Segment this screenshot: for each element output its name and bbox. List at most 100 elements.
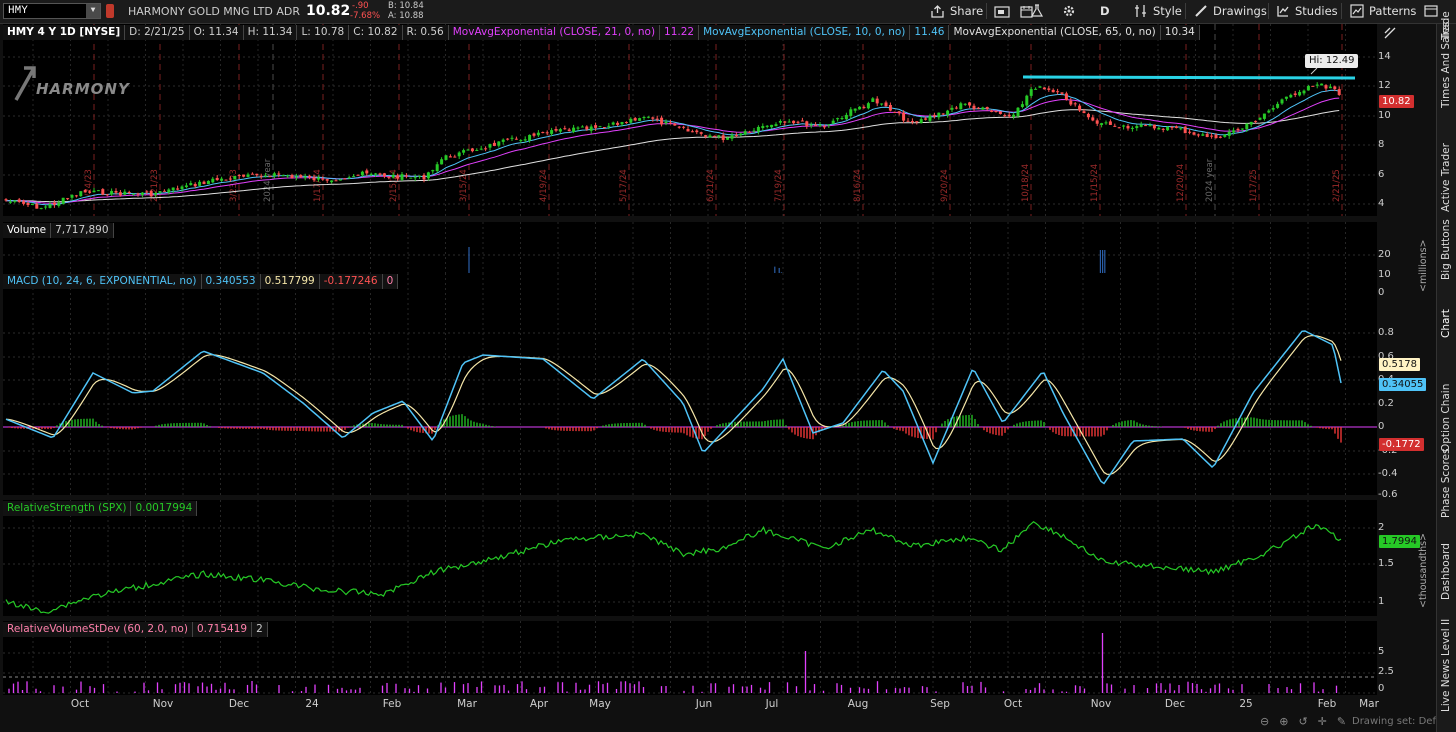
symbol-dropdown-icon[interactable]: ▼: [86, 4, 100, 18]
period-button[interactable]: D: [1100, 2, 1110, 20]
candle-body: [686, 128, 690, 132]
rs-axis[interactable]: 2 1.5 1: [1378, 500, 1420, 616]
candle-body: [554, 129, 558, 131]
candle-body: [1218, 136, 1222, 138]
link-icon[interactable]: [106, 4, 114, 18]
date-marker-label: 3/23/23: [229, 169, 239, 202]
date-marker-label: 5/17/24: [619, 169, 629, 202]
macd-panel[interactable]: [3, 273, 1377, 495]
price-chart: 1/24/23 2/21/23 3/23/23 2024 year 1/17/24 2/1…: [3, 24, 1377, 216]
candle-body: [585, 126, 589, 130]
candle-body: [1135, 126, 1139, 129]
candle-body: [620, 122, 624, 125]
candle-body: [321, 178, 325, 180]
candle-body: [1240, 128, 1244, 130]
candle-body: [1293, 93, 1297, 96]
candle-body: [13, 200, 17, 202]
ma65-label[interactable]: MovAvgExponential (CLOSE, 65, 0, no): [949, 24, 1161, 40]
share-button[interactable]: Share: [930, 2, 983, 20]
candle-body: [910, 121, 914, 123]
candle-body: [1064, 93, 1068, 101]
date-marker-label: 4/19/24: [539, 169, 549, 202]
candle-body: [48, 204, 52, 208]
candle-body: [677, 126, 681, 128]
time-axis-label: Apr: [529, 698, 549, 710]
price-axis-label: 12: [1378, 80, 1391, 91]
candle-body: [1298, 91, 1302, 96]
candle-body: [325, 179, 329, 181]
settings-button[interactable]: [1062, 2, 1076, 20]
candle-body: [96, 190, 100, 192]
candle-body: [1196, 134, 1200, 136]
flask-button[interactable]: [1030, 2, 1044, 20]
relative-strength-panel[interactable]: [3, 500, 1377, 616]
time-axis-label: Nov: [1090, 698, 1112, 710]
sidebar-tab-label: Chart: [1440, 309, 1452, 338]
reset-icon[interactable]: ↺: [1298, 715, 1307, 728]
candle-body: [884, 102, 888, 107]
symbol-input[interactable]: HMY ▼: [3, 3, 101, 19]
candle-body: [1126, 125, 1130, 129]
sidebar-tab-label: Live News: [1440, 658, 1452, 712]
pencil-small-icon[interactable]: ✎: [1337, 715, 1346, 728]
rv-axis[interactable]: 5 2.5 0: [1378, 621, 1420, 695]
zoom-in-icon[interactable]: ⊕: [1279, 715, 1288, 728]
top-toolbar: HMY ▼ HARMONY GOLD MNG LTD ADR 10.82 -.9…: [0, 0, 1456, 24]
style-button[interactable]: Style: [1134, 2, 1182, 20]
candle-body: [114, 190, 118, 193]
candle-body: [352, 176, 356, 178]
candle-body: [497, 141, 501, 146]
candle-body: [932, 115, 936, 117]
candle-body: [378, 173, 382, 175]
time-axis-label: Mar: [1359, 698, 1379, 710]
date-marker-label: 1/17/24: [313, 169, 323, 202]
candle-body: [959, 103, 963, 110]
cursor-icon[interactable]: ✛: [1318, 715, 1327, 728]
macd-axis-label: 0: [1378, 421, 1385, 432]
candle-body: [374, 173, 378, 175]
candle-body: [994, 110, 998, 112]
candle-body: [145, 191, 149, 193]
candle-body: [668, 122, 672, 124]
candle-body: [572, 127, 576, 132]
candle-body: [470, 148, 474, 152]
price-axis[interactable]: 14 12 10 8 6 4: [1378, 24, 1420, 216]
candle-body: [1144, 125, 1148, 127]
axis-tool-icon[interactable]: [1383, 26, 1397, 40]
price-panel[interactable]: 1/24/23 2/21/23 3/23/23 2024 year 1/17/24 2/1…: [3, 24, 1377, 216]
studies-button[interactable]: Studies: [1276, 2, 1338, 20]
candle-body: [730, 135, 734, 139]
candle-body: [1289, 94, 1293, 98]
patterns-button[interactable]: Patterns: [1350, 2, 1416, 20]
ma21-label[interactable]: MovAvgExponential (CLOSE, 21, 0, no): [448, 24, 661, 40]
rs-axis-label: 1.5: [1378, 558, 1394, 569]
candle-body: [1130, 127, 1134, 129]
zoom-out-icon[interactable]: ⊖: [1260, 715, 1269, 728]
candle-body: [576, 127, 580, 129]
studies-icon: [1277, 6, 1289, 17]
candle-body: [783, 121, 787, 123]
candle-body: [1262, 113, 1266, 119]
snapshot-button[interactable]: [994, 2, 1010, 20]
macd-value-tag: 0.34055: [1379, 378, 1427, 391]
price-axis-label: 6: [1378, 169, 1385, 180]
candle-body: [294, 176, 298, 178]
window-button[interactable]: [1424, 2, 1438, 20]
candle-body: [413, 177, 417, 179]
candle-body: [1161, 128, 1165, 130]
candle-body: [1012, 114, 1016, 117]
candle-body: [484, 148, 488, 150]
candle-body: [176, 188, 180, 190]
time-axis[interactable]: Oct Nov Dec 24 Feb Mar Apr May Jun Jul Aug Sep Oct No…: [3, 696, 1379, 714]
patterns-label: Patterns: [1369, 4, 1417, 18]
candle-body: [950, 107, 954, 110]
candle-body: [514, 138, 518, 140]
candle-body: [976, 107, 980, 109]
time-axis-label: Aug: [847, 698, 869, 710]
ma10-label[interactable]: MovAvgExponential (CLOSE, 10, 0, no): [699, 24, 911, 40]
candle-body: [79, 191, 83, 197]
candle-body: [1174, 126, 1178, 128]
drawings-button[interactable]: Drawings: [1194, 2, 1267, 20]
candle-body: [140, 192, 144, 196]
candle-body: [787, 121, 791, 123]
